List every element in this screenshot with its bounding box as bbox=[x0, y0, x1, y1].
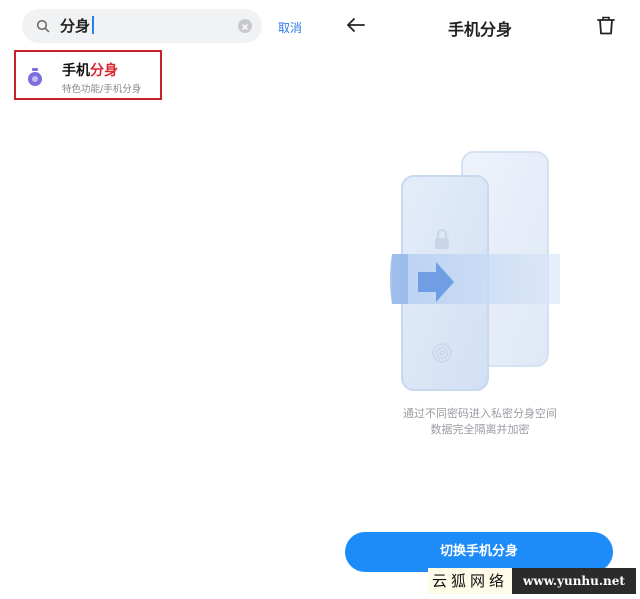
watermark-url: www.yunhu.net bbox=[512, 568, 636, 594]
search-result-item[interactable]: 手机分身 特色功能/手机分身 bbox=[14, 50, 162, 100]
close-icon bbox=[242, 24, 248, 30]
result-title: 手机分身 bbox=[62, 63, 118, 79]
phone-clone-illustration bbox=[390, 151, 560, 391]
text-cursor bbox=[92, 16, 95, 34]
description-line-1: 通过不同密码进入私密分身空间 bbox=[403, 407, 557, 420]
switch-clone-button[interactable]: 切换手机分身 bbox=[345, 532, 613, 572]
search-input[interactable]: 分身 bbox=[22, 9, 262, 43]
clear-icon[interactable] bbox=[238, 19, 252, 33]
description-line-2: 数据完全隔离并加密 bbox=[430, 423, 530, 436]
page-title: 手机分身 bbox=[447, 20, 512, 39]
site-watermark: 云狐网络 www.yunhu.net bbox=[428, 568, 636, 594]
cancel-button[interactable]: 取消 bbox=[278, 19, 302, 36]
trash-icon[interactable] bbox=[597, 16, 615, 35]
search-panel: 分身 取消 手机分身 特色功能/手机分身 bbox=[0, 0, 320, 599]
feature-description: 通过不同密码进入私密分身空间 数据完全隔离并加密 bbox=[320, 406, 640, 438]
result-subtitle: 特色功能/手机分身 bbox=[62, 84, 142, 95]
detail-panel: 手机分身 通过不同密码进入私密分身空间 数据完全隔离并加密 切换手机分身 bbox=[320, 0, 640, 599]
watermark-cn-text: 云狐网络 bbox=[428, 568, 512, 594]
app-clone-icon bbox=[28, 68, 42, 86]
search-icon bbox=[36, 19, 50, 33]
search-query[interactable]: 分身 bbox=[60, 15, 95, 37]
